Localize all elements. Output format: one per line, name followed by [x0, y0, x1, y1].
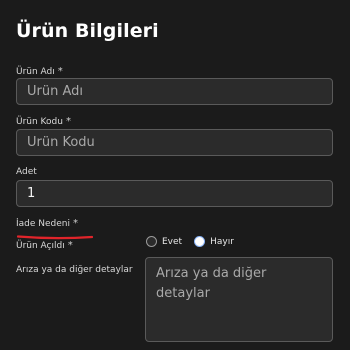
fault-details-textarea[interactable] — [145, 257, 333, 342]
product-opened-label-text: Ürün Açıldı — [16, 241, 65, 251]
required-asterisk-icon: * — [67, 240, 73, 251]
radio-option-no[interactable]: Hayır — [194, 236, 234, 247]
product-opened-radio-group: Evet Hayır — [146, 236, 246, 247]
required-asterisk-icon: * — [57, 66, 63, 77]
page-title: Ürün Bilgileri — [16, 20, 159, 42]
radio-option-yes[interactable]: Evet — [146, 236, 182, 247]
return-reason-label-text: İade Nedeni — [16, 219, 71, 229]
radio-checked-icon[interactable] — [194, 236, 206, 247]
quantity-label-text: Adet — [16, 167, 37, 177]
required-asterisk-icon: * — [73, 218, 79, 229]
product-name-label-text: Ürün Adı — [16, 67, 55, 77]
radio-unchecked-icon[interactable] — [146, 236, 157, 247]
fault-details-label: Arıza ya da diğer detaylar — [16, 265, 133, 275]
product-name-input[interactable] — [16, 78, 333, 105]
product-code-input[interactable] — [16, 129, 333, 156]
quantity-input[interactable] — [16, 180, 333, 207]
product-opened-label: Ürün Açıldı * — [16, 240, 73, 251]
quantity-label: Adet — [16, 167, 37, 177]
required-asterisk-icon: * — [65, 116, 71, 127]
radio-option-no-label: Hayır — [210, 236, 234, 247]
product-code-label-text: Ürün Kodu — [16, 117, 63, 127]
fault-details-label-text: Arıza ya da diğer detaylar — [16, 265, 133, 275]
product-name-label: Ürün Adı * — [16, 66, 63, 77]
return-reason-label: İade Nedeni * — [16, 218, 78, 229]
product-info-form: Ürün Bilgileri Ürün Adı* Ürün Kodu* Adet… — [0, 0, 350, 350]
radio-option-yes-label: Evet — [162, 236, 183, 247]
product-code-label: Ürün Kodu * — [16, 116, 71, 127]
